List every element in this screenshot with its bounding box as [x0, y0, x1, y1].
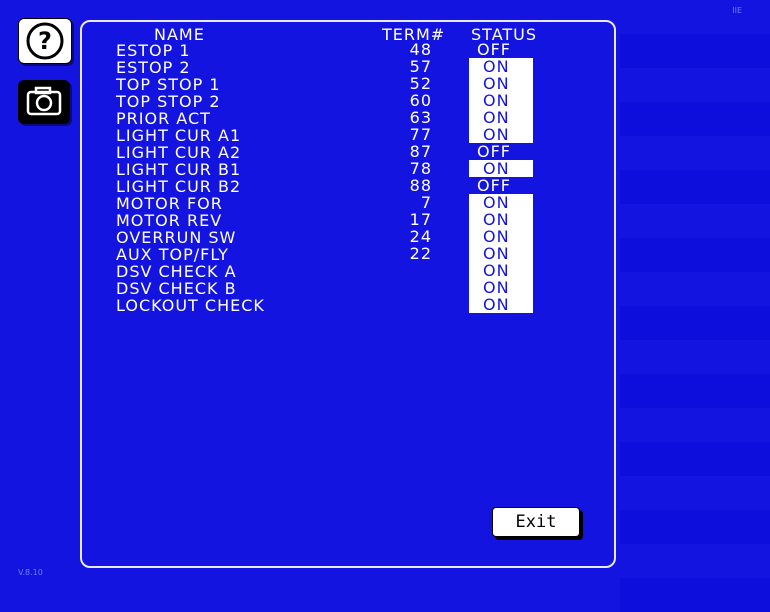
io-status: ON — [469, 228, 533, 245]
corner-label-top-right: IIE — [732, 6, 742, 15]
io-status: ON — [469, 75, 533, 92]
io-status: OFF — [477, 142, 511, 161]
io-row: LIGHT CUR B1 78 ON — [82, 159, 614, 179]
io-name: LOCKOUT CHECK — [116, 296, 265, 315]
background-stripe — [620, 374, 770, 408]
io-term: 52 — [409, 74, 432, 93]
background-stripe — [620, 340, 770, 374]
background-stripe — [620, 136, 770, 170]
io-status: ON — [469, 296, 533, 313]
io-term: 57 — [409, 57, 432, 76]
background-stripe — [620, 544, 770, 578]
background-stripe — [620, 510, 770, 544]
io-status-panel: NAME TERM# STATUS ESTOP 1 48 OFF ESTOP 2 57 O… — [80, 20, 616, 568]
io-row: TOP STOP 1 52 ON — [82, 74, 614, 94]
io-status: ON — [469, 262, 533, 279]
background-stripe — [620, 408, 770, 442]
io-term: 48 — [409, 40, 432, 59]
io-term: 63 — [409, 108, 432, 127]
io-row: DSV CHECK B ON — [82, 279, 614, 298]
background-stripe — [620, 102, 770, 136]
io-status: OFF — [477, 40, 511, 59]
io-status: ON — [469, 109, 533, 126]
background-stripe — [620, 204, 770, 238]
background-stripe — [620, 238, 770, 272]
background-stripe — [620, 306, 770, 340]
background-stripe — [620, 578, 770, 612]
help-button[interactable]: ? — [18, 18, 72, 64]
io-row: LIGHT CUR B2 88 OFF — [82, 176, 614, 196]
background-stripe — [620, 272, 770, 306]
io-status: OFF — [477, 176, 511, 195]
background-stripe — [620, 68, 770, 102]
exit-button[interactable]: Exit — [492, 507, 580, 537]
io-term: 24 — [409, 227, 432, 246]
io-row: MOTOR REV 17 ON — [82, 210, 614, 230]
background-stripe — [620, 476, 770, 510]
background-stripe — [620, 170, 770, 204]
io-term: 60 — [409, 91, 432, 110]
io-row: LOCKOUT CHECK ON — [82, 296, 614, 315]
io-row: ESTOP 1 48 OFF — [82, 40, 614, 60]
io-status: ON — [469, 92, 533, 109]
io-row: OVERRUN SW 24 ON — [82, 227, 614, 247]
io-term: 22 — [409, 244, 432, 263]
io-row: DSV CHECK A ON — [82, 262, 614, 281]
io-row: PRIOR ACT 63 ON — [82, 108, 614, 128]
background-stripe — [620, 442, 770, 476]
io-row: MOTOR FOR 7 ON — [82, 193, 614, 213]
camera-button[interactable] — [18, 80, 70, 124]
io-term: 78 — [409, 159, 432, 178]
io-row: LIGHT CUR A2 87 OFF — [82, 142, 614, 162]
io-term: 87 — [409, 142, 432, 161]
io-status: ON — [469, 279, 533, 296]
io-row: ESTOP 2 57 ON — [82, 57, 614, 77]
io-term: 77 — [409, 125, 432, 144]
io-row: TOP STOP 2 60 ON — [82, 91, 614, 111]
io-status: ON — [469, 160, 533, 177]
io-row: LIGHT CUR A1 77 ON — [82, 125, 614, 145]
background-stripe — [620, 34, 770, 68]
io-term: 17 — [409, 210, 432, 229]
svg-text:?: ? — [38, 27, 52, 55]
version-label: V.8.10 — [18, 568, 43, 577]
io-status: ON — [469, 194, 533, 211]
camera-icon — [26, 86, 62, 116]
right-stripes — [620, 0, 770, 612]
io-term: 7 — [420, 193, 432, 212]
io-status: ON — [469, 211, 533, 228]
io-status: ON — [469, 126, 533, 143]
background-stripe — [620, 0, 770, 34]
io-status: ON — [469, 245, 533, 262]
io-status: ON — [469, 58, 533, 75]
io-term: 88 — [409, 176, 432, 195]
question-circle-icon: ? — [26, 22, 64, 60]
io-row: AUX TOP/FLY 22 ON — [82, 244, 614, 264]
